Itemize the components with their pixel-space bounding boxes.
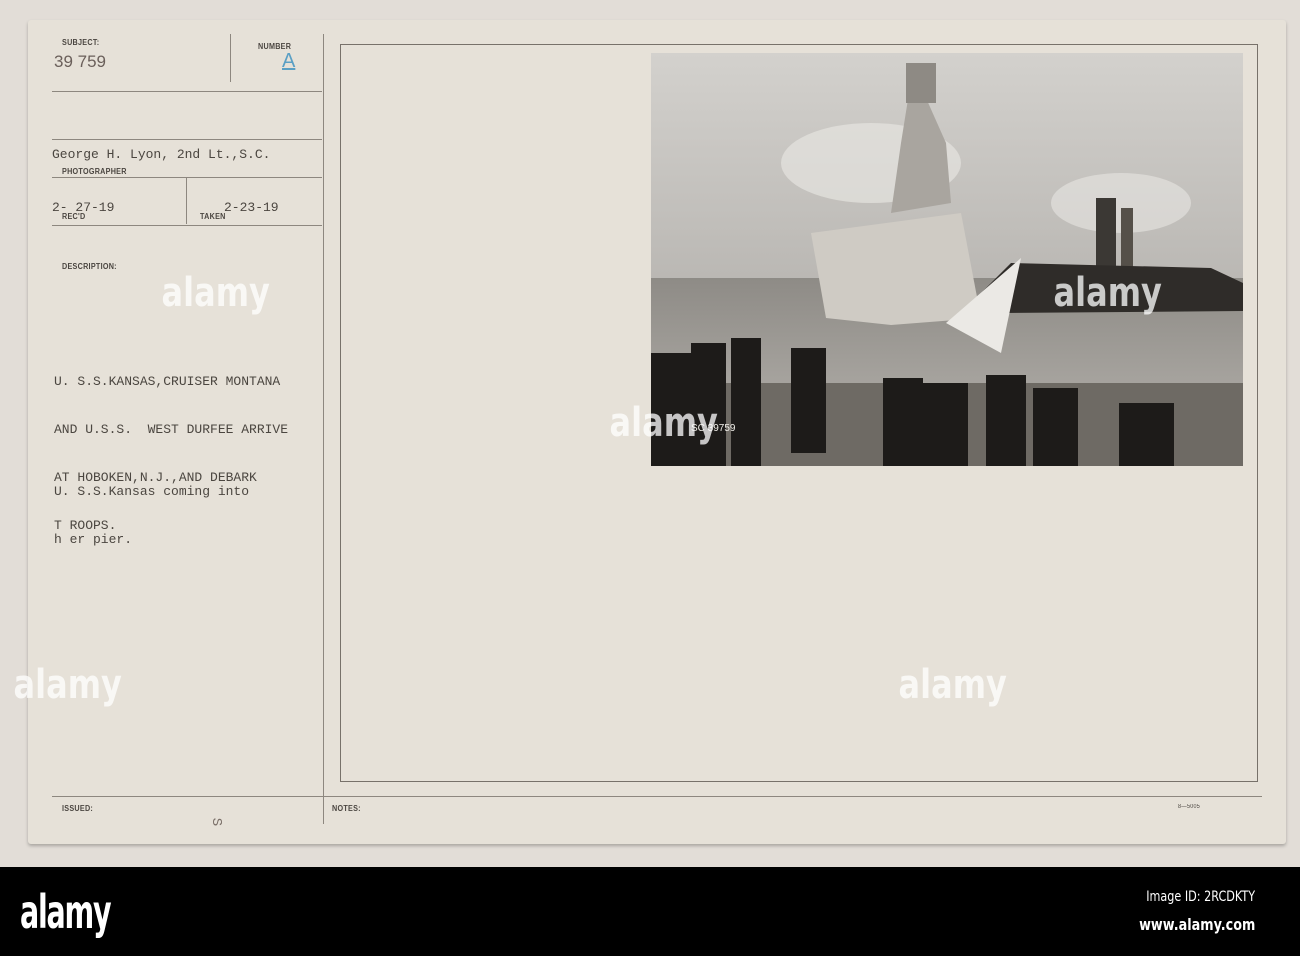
ship-arriving-photo: SC 39759: [651, 53, 1243, 466]
description-label: DESCRIPTION:: [62, 262, 117, 271]
image-id: Image ID: 2RCDKTY: [1146, 889, 1255, 905]
divider: [230, 34, 231, 82]
divider: [186, 178, 187, 224]
taken-label: TAKEN: [200, 212, 226, 221]
photographer-value: George H. Lyon, 2nd Lt.,S.C.: [52, 147, 271, 162]
photographer-label: PHOTOGRAPHER: [62, 167, 127, 176]
divider: [52, 177, 322, 178]
divider: [52, 91, 322, 92]
notes-label: NOTES:: [332, 804, 361, 813]
site-url[interactable]: www.alamy.com: [1139, 915, 1255, 934]
column-divider: [323, 34, 324, 824]
watermark: alamy: [898, 662, 1007, 708]
watermark: alamy: [161, 270, 270, 316]
caption-line: U. S.S.Kansas coming into: [54, 484, 250, 499]
divider: [52, 225, 322, 226]
bottom-divider: [52, 796, 1262, 797]
taken-date: 2-23-19: [224, 200, 279, 215]
archival-photograph: SC 39759: [651, 53, 1243, 466]
watermark: alamy: [13, 662, 122, 708]
form-number: 8—5005: [1178, 804, 1201, 810]
description-line: U. S.S.KANSAS,CRUISER MONTANA: [54, 374, 281, 389]
description-line: AND U.S.S. WEST DURFEE ARRIVE: [54, 422, 289, 437]
number-value: A: [282, 50, 296, 72]
watermark: alamy: [1053, 270, 1162, 316]
divider: [52, 139, 322, 140]
subject-label: SUBJECT:: [62, 38, 100, 47]
issued-mark: S: [208, 817, 225, 827]
received-label: REC'D: [62, 212, 86, 221]
alamy-logo: alamy: [20, 885, 112, 939]
footer-bar: alamy Image ID: 2RCDKTY www.alamy.com: [0, 867, 1300, 956]
caption-line: h er pier.: [54, 532, 133, 547]
subject-value: 39 759: [54, 52, 106, 71]
watermark: alamy: [609, 400, 718, 446]
caption-text: U. S.S.Kansas coming into h er pier.: [54, 452, 249, 580]
issued-label: ISSUED:: [62, 804, 94, 813]
